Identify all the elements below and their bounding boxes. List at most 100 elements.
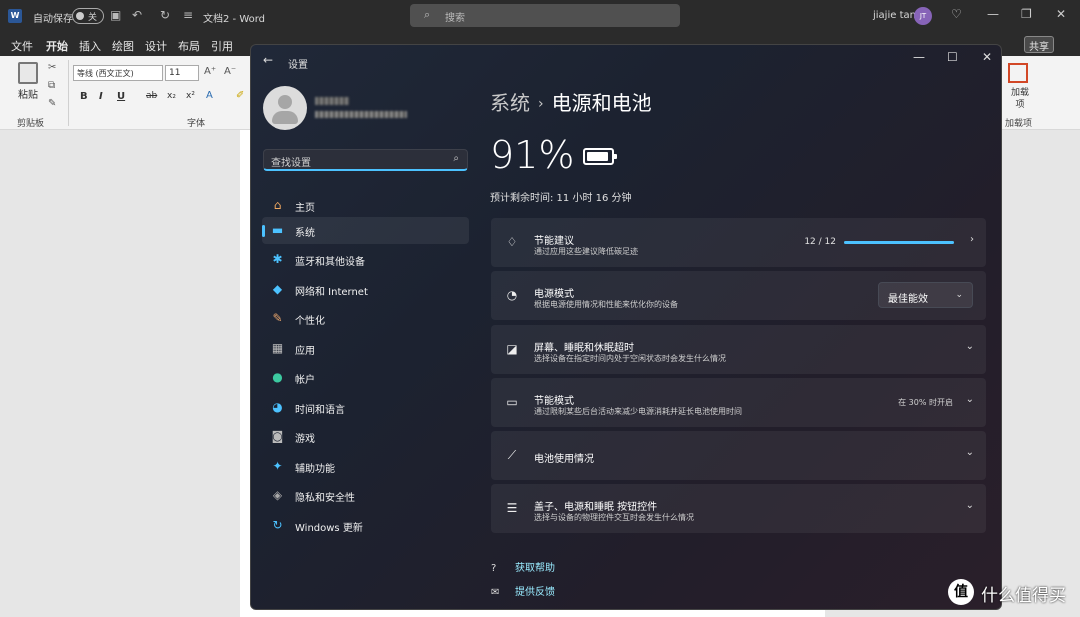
sidebar-item-label: 应用 (295, 346, 315, 357)
feedback-link[interactable]: ✉ 提供反馈 (491, 583, 555, 598)
cut-icon[interactable]: ✂ (48, 62, 56, 73)
copy-icon[interactable]: ⧉ (48, 80, 55, 91)
restore-icon[interactable]: ❐ (1021, 7, 1032, 21)
shrink-font-icon[interactable]: A⁻ (224, 66, 236, 77)
get-help-link[interactable]: ? 获取帮助 (491, 559, 555, 574)
chevron-down-icon[interactable]: ⌄ (966, 447, 974, 458)
sidebar-item-4[interactable]: ✎ 个性化 (262, 305, 469, 332)
sidebar-item-6[interactable]: ● 帐户 (262, 364, 469, 391)
breadcrumb-parent[interactable]: 系统 (490, 91, 530, 115)
battery-percentage: 91% (490, 133, 575, 177)
paste-icon[interactable] (18, 62, 38, 84)
menu-layout[interactable]: 布局 (178, 38, 200, 54)
italic-button[interactable]: I (99, 91, 103, 102)
settings-card-2[interactable]: ◪ 屏幕、睡眠和休眠超时 选择设备在指定时间内处于空闲状态时会发生什么情况 ⌄ (491, 325, 986, 374)
lightbulb-icon[interactable]: ♡ (951, 7, 962, 21)
settings-window: ← 设置 — ☐ ✕ 查找设置 ⌕ ⌂ 主页 ▬ 系统 ✱ 蓝牙和其他设备 ◆ 网络和 Int… (250, 44, 1002, 610)
profile-avatar[interactable] (263, 86, 307, 130)
word-search-placeholder: 搜索 (445, 13, 465, 24)
active-indicator (262, 225, 265, 237)
sidebar-item-1[interactable]: ▬ 系统 (262, 217, 469, 244)
sidebar-item-8[interactable]: ◙ 游戏 (262, 423, 469, 450)
highlight-icon[interactable]: ✐ (236, 90, 244, 101)
sidebar-item-7[interactable]: ◕ 时间和语言 (262, 394, 469, 421)
card-subtitle: 根据电源使用情况和性能来优化你的设备 (534, 300, 678, 309)
menu-file[interactable]: 文件 (11, 38, 33, 54)
settings-card-0[interactable]: ♢ 节能建议 通过应用这些建议降低碳足迹 12 / 12 › (491, 218, 986, 267)
autosave-state: 关 (88, 13, 98, 23)
menu-draw[interactable]: 绘图 (112, 38, 134, 54)
addins-icon[interactable] (1008, 63, 1028, 83)
font-size-select[interactable]: 11 (165, 65, 199, 81)
settings-card-3[interactable]: ▭ 节能模式 通过限制某些后台活动来减少电源消耗并延长电池使用时间 在 30% 时开启… (491, 378, 986, 427)
settings-minimize-icon[interactable]: — (913, 50, 925, 64)
sidebar-item-label: 个性化 (295, 316, 325, 327)
menu-references[interactable]: 引用 (211, 38, 233, 54)
card-title: 屏幕、睡眠和休眠超时 (534, 343, 634, 354)
autosave-label: 自动保存 (33, 14, 73, 25)
share-button[interactable]: 共享 (1024, 36, 1054, 53)
sidebar-item-3[interactable]: ◆ 网络和 Internet (262, 276, 469, 303)
card-note: 在 30% 时开启 (898, 398, 953, 407)
bold-button[interactable]: B (80, 91, 88, 102)
settings-search-placeholder: 查找设置 (271, 158, 311, 169)
settings-card-4[interactable]: ⟋ 电池使用情况 ⌄ (491, 431, 986, 480)
settings-card-5[interactable]: ☰ 盖子、电源和睡眠 按钮控件 选择与设备的物理控件交互时会发生什么情况 ⌄ (491, 484, 986, 533)
grow-font-icon[interactable]: A⁺ (204, 66, 216, 77)
subscript-button[interactable]: x₂ (167, 91, 176, 101)
chevron-down-icon: ⌄ (955, 290, 963, 300)
format-painter-icon[interactable]: ✎ (48, 98, 56, 109)
clipboard-group-label: 剪贴板 (17, 119, 45, 129)
sidebar-item-label: 系统 (295, 228, 315, 239)
autosave-toggle[interactable]: 关 (72, 8, 104, 24)
settings-card-1[interactable]: ◔ 电源模式 根据电源使用情况和性能来优化你的设备 最佳能效 ⌄ (491, 271, 986, 320)
word-search-box[interactable]: ⌕ 搜索 (410, 4, 680, 27)
card-subtitle: 选择与设备的物理控件交互时会发生什么情况 (534, 513, 694, 522)
addins-label[interactable]: 加载项 (1010, 87, 1030, 111)
user-avatar[interactable]: JT (914, 7, 932, 25)
save-icon[interactable]: ▣ (110, 8, 121, 22)
help-icon: ? (491, 563, 497, 574)
menu-design[interactable]: 设计 (145, 38, 167, 54)
sidebar-item-0[interactable]: ⌂ 主页 (262, 192, 469, 219)
settings-maximize-icon[interactable]: ☐ (947, 50, 958, 64)
sidebar-item-2[interactable]: ✱ 蓝牙和其他设备 (262, 246, 469, 273)
text-effects-icon[interactable]: A (206, 90, 213, 101)
sidebar-item-label: 主页 (295, 203, 315, 214)
word-title-bar: W 自动保存 关 ▣ ↶ ↻ ≡ 文档2 - Word ⌕ 搜索 jiajie … (0, 0, 1080, 32)
accessibility-icon: ✦ (272, 459, 283, 473)
globe-icon: ◕ (272, 400, 283, 414)
menu-insert[interactable]: 插入 (79, 38, 101, 54)
chevron-down-icon[interactable]: ⌄ (966, 500, 974, 511)
watermark-text: 什么值得买 (981, 586, 1066, 606)
update-icon: ↻ (272, 518, 283, 532)
close-icon[interactable]: ✕ (1056, 7, 1066, 21)
redo-icon[interactable]: ↻ (160, 8, 170, 22)
sidebar-item-11[interactable]: ↻ Windows 更新 (262, 512, 469, 539)
minimize-icon[interactable]: — (987, 7, 999, 21)
undo-icon[interactable]: ↶ (132, 8, 142, 22)
underline-button[interactable]: U (117, 91, 125, 102)
font-name-select[interactable]: 等线 (西文正文) (73, 65, 163, 81)
bluetooth-icon: ✱ (272, 252, 283, 266)
dropdown-value: 最佳能效 (888, 294, 928, 305)
chevron-down-icon[interactable]: ⌄ (966, 341, 974, 352)
sidebar-item-10[interactable]: ◈ 隐私和安全性 (262, 482, 469, 509)
menu-home[interactable]: 开始 (46, 38, 68, 58)
feedback-label: 提供反馈 (515, 587, 555, 598)
power-mode-dropdown[interactable]: 最佳能效 ⌄ (878, 282, 973, 308)
sidebar-item-9[interactable]: ✦ 辅助功能 (262, 453, 469, 480)
card-title: 节能建议 (534, 236, 574, 247)
chevron-down-icon[interactable]: ⌄ (966, 394, 974, 405)
paste-label[interactable]: 粘贴 (18, 86, 38, 101)
chevron-right-icon[interactable]: › (970, 234, 974, 245)
settings-search-input[interactable]: 查找设置 ⌕ (263, 149, 468, 171)
superscript-button[interactable]: x² (186, 91, 195, 101)
settings-close-icon[interactable]: ✕ (982, 50, 992, 64)
brush-icon: ✎ (272, 311, 283, 325)
strikethrough-button[interactable]: ab (146, 91, 157, 101)
back-arrow-icon[interactable]: ← (263, 53, 273, 67)
sidebar-item-5[interactable]: ▦ 应用 (262, 335, 469, 362)
customize-qat-icon[interactable]: ≡ (183, 8, 193, 22)
card-subtitle: 选择设备在指定时间内处于空闲状态时会发生什么情况 (534, 354, 726, 363)
